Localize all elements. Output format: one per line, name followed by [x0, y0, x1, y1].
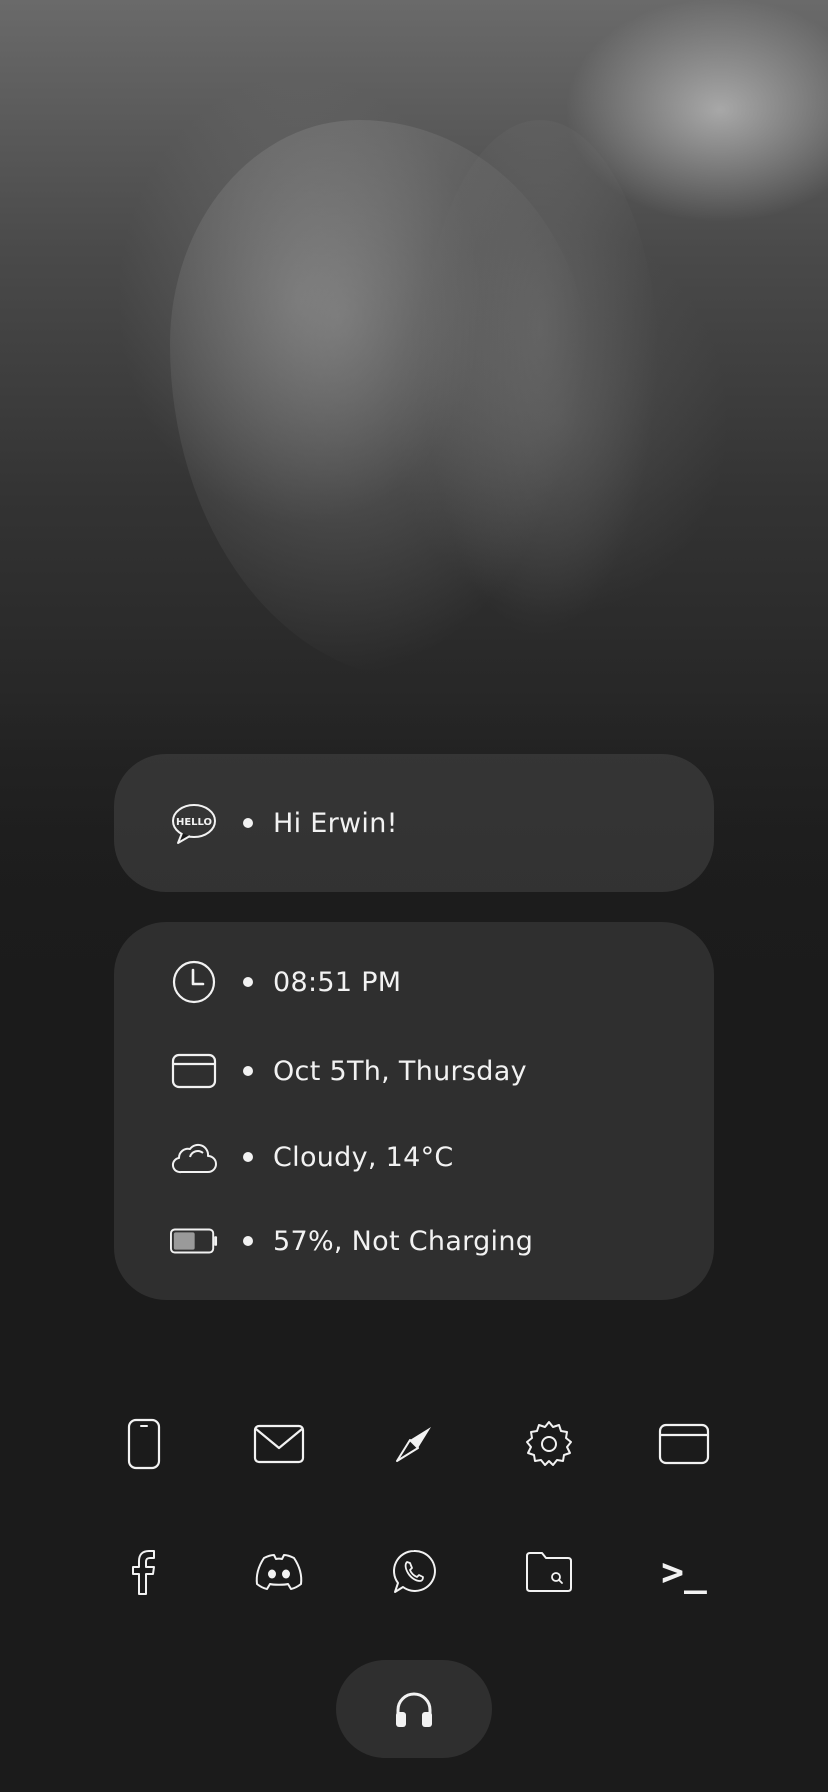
cloud-icon	[170, 1133, 218, 1181]
files-folder-icon	[526, 1552, 572, 1592]
battery-text: 57%, Not Charging	[273, 1225, 534, 1257]
info-widget[interactable]: 08:51 PM Oct 5Th, Thursday Cloudy, 14°C	[114, 922, 714, 1300]
hello-speech-bubble-icon: HELLO	[170, 799, 218, 847]
settings-app-button[interactable]	[501, 1409, 597, 1479]
greeting-row: HELLO Hi Erwin!	[170, 793, 674, 853]
mail-icon	[253, 1424, 305, 1464]
whatsapp-icon	[393, 1549, 436, 1593]
bullet	[243, 1236, 253, 1246]
terminal-icon: >_	[661, 1550, 707, 1594]
phone-app-button[interactable]	[96, 1409, 192, 1479]
music-button[interactable]	[336, 1660, 492, 1758]
compass-icon	[396, 1427, 431, 1462]
app-row-2: >_	[96, 1537, 732, 1607]
date-row: Oct 5Th, Thursday	[170, 1041, 674, 1101]
time-text: 08:51 PM	[273, 966, 402, 998]
hello-icon-text: HELLO	[176, 817, 212, 828]
wallpaper-hand	[420, 120, 660, 640]
calendar-card-icon	[170, 1047, 218, 1095]
browser-app-button[interactable]	[636, 1409, 732, 1479]
greeting-widget[interactable]: HELLO Hi Erwin!	[114, 754, 714, 892]
time-row: 08:51 PM	[170, 952, 674, 1012]
battery-level-fill	[173, 1232, 195, 1250]
whatsapp-app-button[interactable]	[366, 1537, 462, 1607]
files-app-button[interactable]	[501, 1537, 597, 1607]
facebook-icon	[132, 1550, 155, 1595]
facebook-app-button[interactable]	[96, 1537, 192, 1607]
bullet	[243, 977, 253, 987]
terminal-app-button[interactable]: >_	[636, 1537, 732, 1607]
compass-app-button[interactable]	[366, 1409, 462, 1479]
weather-text: Cloudy, 14°C	[273, 1141, 454, 1173]
battery-icon	[170, 1217, 218, 1265]
greeting-text: Hi Erwin!	[273, 807, 398, 839]
phone-icon	[127, 1418, 161, 1470]
weather-row: Cloudy, 14°C	[170, 1127, 674, 1187]
headphones-icon	[396, 1692, 432, 1727]
app-row-1	[96, 1409, 732, 1479]
battery-row: 57%, Not Charging	[170, 1211, 674, 1271]
mail-app-button[interactable]	[231, 1409, 327, 1479]
browser-window-icon	[658, 1423, 710, 1465]
bullet	[243, 1066, 253, 1076]
bullet	[243, 1152, 253, 1162]
settings-gear-icon	[526, 1421, 572, 1466]
discord-app-button[interactable]	[231, 1537, 327, 1607]
date-text: Oct 5Th, Thursday	[273, 1055, 527, 1087]
bullet	[243, 818, 253, 828]
discord-icon	[255, 1554, 303, 1590]
clock-icon	[170, 958, 218, 1006]
